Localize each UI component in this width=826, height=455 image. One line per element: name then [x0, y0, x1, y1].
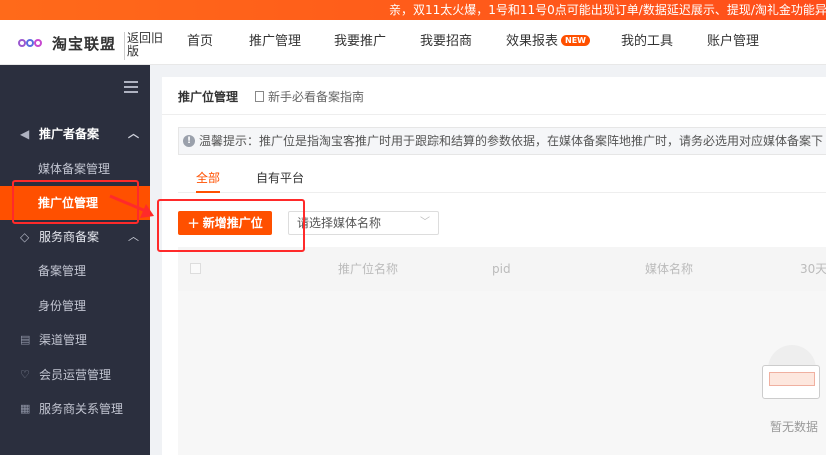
hamburger-icon[interactable] — [124, 81, 138, 93]
sidebar-group-label: 服务商备案 — [39, 230, 100, 244]
top-nav: 淘宝联盟 返回旧版 首页 推广管理 我要推广 我要招商 效果报表 NEW 我的工具… — [0, 20, 826, 65]
nav-account[interactable]: 账户管理 — [707, 20, 759, 65]
tab-own-platform[interactable]: 自有平台 — [256, 163, 304, 193]
tip-text: 温馨提示：推广位是指淘宝客推广时用于跟踪和结算的参数依据，在媒体备案阵地推广时，… — [199, 134, 824, 148]
sidebar-item-identity-management[interactable]: 身份管理 — [0, 289, 150, 323]
table-body — [178, 291, 826, 455]
sidebar-item-provider-relations[interactable]: ▦ 服务商关系管理 — [0, 392, 150, 426]
new-badge: NEW — [561, 35, 590, 46]
back-to-old-version-link[interactable]: 返回旧版 — [124, 32, 168, 60]
sidebar-item-label: 服务商关系管理 — [39, 402, 124, 416]
book-icon — [255, 91, 264, 102]
page-title: 推广位管理 — [178, 90, 239, 104]
chevron-up-icon: ︿ — [128, 230, 139, 243]
sidebar-item-label: 渠道管理 — [39, 333, 88, 347]
nav-home[interactable]: 首页 — [187, 20, 213, 65]
app-root: 亲，双11太火爆，1号和11号0点可能出现订单/数据延迟展示、提现/淘礼金功能异… — [0, 0, 826, 455]
empty-box-icon — [762, 365, 820, 399]
logo-icon — [18, 36, 50, 50]
tab-all[interactable]: 全部 — [196, 163, 221, 193]
nav-reports[interactable]: 效果报表 NEW — [506, 20, 590, 65]
sidebar-item-channel-management[interactable]: ▤ 渠道管理 — [0, 323, 150, 357]
logo-text: 淘宝联盟 — [52, 34, 117, 53]
megaphone-icon: ◀ — [20, 127, 30, 141]
announcement-text: 亲，双11太火爆，1号和11号0点可能出现订单/数据延迟展示、提现/淘礼金功能异… — [389, 3, 826, 17]
nav-promote[interactable]: 我要推广 — [334, 20, 386, 65]
table-header: 推广位名称 pid 媒体名称 30天 — [178, 247, 826, 291]
column-media-name: 媒体名称 — [645, 262, 694, 276]
info-icon: ! — [183, 135, 195, 147]
channel-icon: ▤ — [20, 333, 31, 346]
diamond-icon: ◇ — [20, 230, 30, 244]
page-header: 推广位管理 新手必看备案指南 — [162, 77, 826, 115]
main-panel: 推广位管理 新手必看备案指南 ! 温馨提示：推广位是指淘宝客推广时用于跟踪和结算… — [162, 77, 826, 455]
annotation-arrow-icon — [109, 194, 154, 218]
tab-bar: 全部 自有平台 — [178, 163, 826, 193]
column-adzone-name: 推广位名称 — [338, 262, 399, 276]
chevron-up-icon: ︿ — [128, 127, 139, 140]
sidebar: ◀ 推广者备案 ︿ 媒体备案管理 推广位管理 ◇ 服务商备案 ︿ 备案管理 身份… — [0, 65, 150, 455]
nav-promotion-management[interactable]: 推广管理 — [249, 20, 301, 65]
relation-icon: ▦ — [20, 402, 31, 415]
sidebar-item-filing-management[interactable]: 备案管理 — [0, 254, 150, 288]
sidebar-group-provider-filing[interactable]: ◇ 服务商备案 ︿ — [0, 220, 150, 254]
tip-banner: ! 温馨提示：推广位是指淘宝客推广时用于跟踪和结算的参数依据，在媒体备案阵地推广… — [178, 127, 826, 155]
nav-my-tools[interactable]: 我的工具 — [621, 20, 673, 65]
sidebar-item-member-operations[interactable]: ♡ 会员运营管理 — [0, 358, 150, 392]
sidebar-group-promoter-filing[interactable]: ◀ 推广者备案 ︿ — [0, 117, 150, 151]
chevron-down-icon: ﹀ — [420, 217, 430, 228]
column-pid: pid — [492, 262, 511, 276]
announcement-bar: 亲，双11太火爆，1号和11号0点可能出现订单/数据延迟展示、提现/淘礼金功能异… — [0, 0, 826, 20]
filing-guide-link[interactable]: 新手必看备案指南 — [255, 88, 364, 105]
nav-reports-label: 效果报表 — [506, 34, 559, 49]
media-name-select[interactable]: 请选择媒体名称 ﹀ — [288, 211, 439, 235]
media-select-placeholder: 请选择媒体名称 — [297, 216, 382, 230]
annotation-highlight-add-button — [157, 199, 305, 252]
member-icon: ♡ — [20, 368, 30, 381]
column-30-days: 30天 — [800, 262, 826, 276]
filing-guide-label: 新手必看备案指南 — [268, 90, 365, 104]
sidebar-item-label: 会员运营管理 — [39, 368, 112, 382]
logo[interactable]: 淘宝联盟 — [18, 33, 116, 53]
empty-illustration — [756, 335, 826, 415]
sidebar-group-label: 推广者备案 — [39, 127, 100, 141]
empty-text: 暂无数据 — [770, 420, 819, 434]
select-all-checkbox[interactable] — [190, 263, 201, 274]
nav-merchant-recruit[interactable]: 我要招商 — [420, 20, 472, 65]
